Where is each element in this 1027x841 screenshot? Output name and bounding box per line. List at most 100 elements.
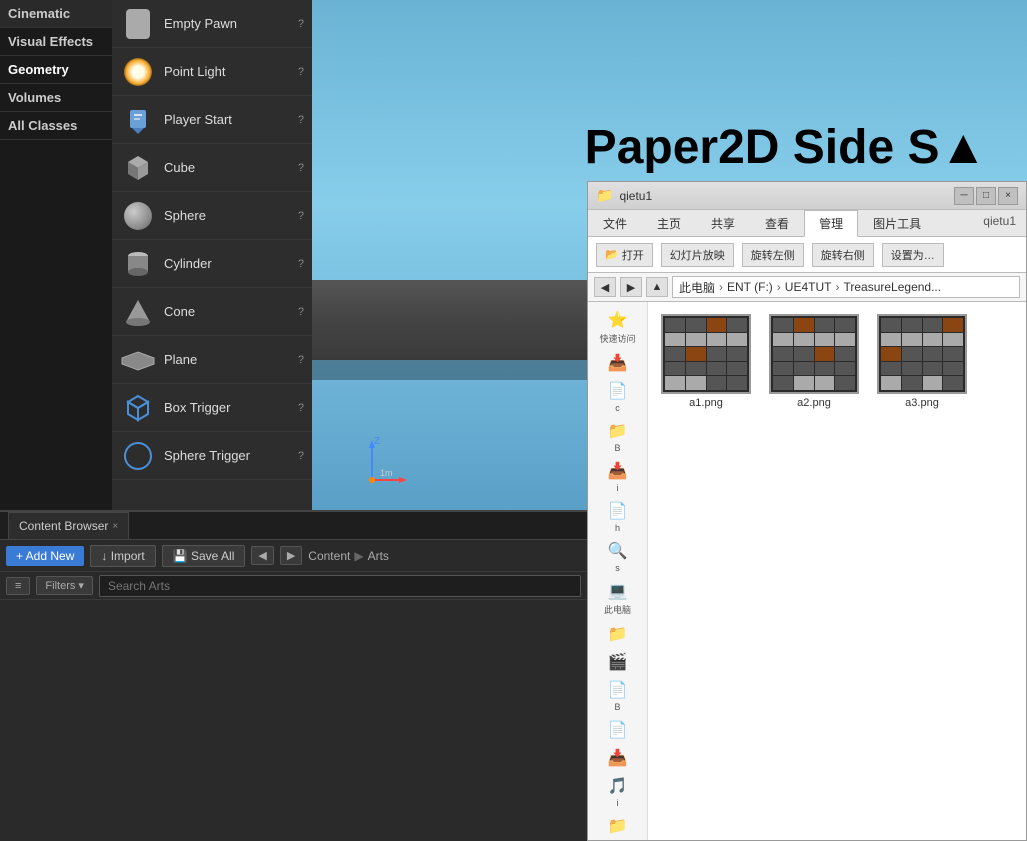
search-input[interactable] — [99, 575, 581, 597]
tab-home[interactable]: 主页 — [642, 210, 696, 236]
sidebar-item[interactable]: 📁 — [588, 812, 647, 840]
sidebar-item[interactable]: 📥 i — [588, 457, 647, 497]
list-item[interactable]: Sphere Trigger ? — [112, 432, 312, 480]
sidebar-item[interactable]: 📥 — [588, 744, 647, 772]
folder-open-icon: 📂 — [605, 248, 619, 261]
list-item[interactable]: Point Light ? — [112, 48, 312, 96]
list-item[interactable]: Sphere ? — [112, 192, 312, 240]
thumbnail-label: a3.png — [905, 397, 939, 409]
sidebar-item-cinematic[interactable]: Cinematic — [0, 0, 112, 28]
add-new-button[interactable]: + Add New — [6, 546, 84, 566]
sidebar-item[interactable]: 📄 B — [588, 676, 647, 716]
sidebar-this-pc[interactable]: 💻 此电脑 — [588, 577, 647, 620]
doc4-icon: 📄 — [608, 680, 628, 700]
nav-forward-button[interactable]: ▶ — [280, 546, 302, 565]
list-item[interactable]: Box Trigger ? — [112, 384, 312, 432]
ribbon-btn-1[interactable]: 📂 打开 — [596, 243, 653, 267]
place-item-label: Plane — [164, 352, 298, 367]
list-item[interactable]: Cube ? — [112, 144, 312, 192]
sidebar-item-volumes[interactable]: Volumes — [0, 84, 112, 112]
ribbon-btn-3[interactable]: 旋转左侧 — [742, 243, 804, 267]
sidebar-item[interactable]: 🔍 s — [588, 537, 647, 577]
breadcrumb-content[interactable]: Content — [308, 549, 350, 563]
back-button[interactable]: ◀ — [594, 277, 616, 297]
windows-explorer-sidebar: ⭐ 快速访问 📥 📄 c 📁 B 📥 i 📄 h — [588, 302, 648, 840]
folder-b-icon: 📁 — [608, 421, 628, 441]
place-item-info-icon[interactable]: ? — [298, 114, 304, 126]
content-browser-content[interactable] — [0, 600, 587, 841]
plane-icon — [120, 342, 156, 378]
thumbnail-item[interactable]: a1.png — [656, 310, 756, 413]
box-trigger-icon — [120, 390, 156, 426]
place-item-info-icon[interactable]: ? — [298, 306, 304, 318]
place-item-info-icon[interactable]: ? — [298, 354, 304, 366]
thumbnail-item[interactable]: a3.png — [872, 310, 972, 413]
axes-indicator: Z 1m — [342, 430, 422, 490]
sidebar-item[interactable]: 📄 — [588, 716, 647, 744]
thumbnail-image — [877, 314, 967, 394]
tab-share[interactable]: 共享 — [696, 210, 750, 236]
thumbnail-grid: a1.png — [656, 310, 1018, 413]
tab-manage[interactable]: 管理 — [804, 210, 858, 237]
sidebar-item[interactable]: 📄 h — [588, 497, 647, 537]
tab-content-browser[interactable]: Content Browser × — [8, 512, 129, 539]
address-box[interactable]: 此电脑 › ENT (F:) › UE4TUT › TreasureLegend… — [672, 276, 1020, 298]
sidebar-item[interactable]: 📥 — [588, 349, 647, 377]
place-item-info-icon[interactable]: ? — [298, 450, 304, 462]
ribbon-btn-4[interactable]: 旋转右侧 — [812, 243, 874, 267]
list-item[interactable]: Cone ? — [112, 288, 312, 336]
sidebar-item[interactable]: 📄 c — [588, 377, 647, 417]
list-item[interactable]: Player Start ? — [112, 96, 312, 144]
place-item-info-icon[interactable]: ? — [298, 402, 304, 414]
list-item[interactable]: Cylinder ? — [112, 240, 312, 288]
thumbnail-item[interactable]: a2.png — [764, 310, 864, 413]
import-button[interactable]: ↓ Import — [90, 545, 155, 567]
tab-close-button[interactable]: × — [112, 521, 118, 532]
place-item-info-icon[interactable]: ? — [298, 258, 304, 270]
breadcrumb-arts[interactable]: Arts — [368, 549, 389, 563]
video-icon: 🎬 — [608, 652, 628, 672]
list-item[interactable]: Empty Pawn ? — [112, 0, 312, 48]
close-button[interactable]: × — [998, 187, 1018, 205]
sidebar-item[interactable]: 🎬 — [588, 648, 647, 676]
tab-view[interactable]: 查看 — [750, 210, 804, 236]
place-item-info-icon[interactable]: ? — [298, 210, 304, 222]
addr-pc: 此电脑 — [679, 279, 715, 296]
sidebar-quick-access[interactable]: ⭐ 快速访问 — [588, 306, 647, 349]
player-start-icon — [120, 102, 156, 138]
up-button[interactable]: ▲ — [646, 277, 668, 297]
sidebar-item-all-classes[interactable]: All Classes — [0, 112, 112, 140]
place-item-info-icon[interactable]: ? — [298, 162, 304, 174]
ribbon-btn-2[interactable]: 幻灯片放映 — [661, 243, 734, 267]
place-item-label: Cylinder — [164, 256, 298, 271]
thumbnail-label: a2.png — [797, 397, 831, 409]
sidebar-item-visual-effects[interactable]: Visual Effects — [0, 28, 112, 56]
tab-image-tools[interactable]: 图片工具 — [858, 210, 936, 236]
tab-file[interactable]: 文件 — [588, 210, 642, 236]
save-all-button[interactable]: 💾 Save All — [162, 545, 246, 567]
filter-button[interactable]: Filters ▾ — [36, 576, 93, 595]
content-browser-toolbar: + Add New ↓ Import 💾 Save All ◀ ▶ Conten… — [0, 540, 587, 572]
ribbon-btn-5[interactable]: 设置为… — [882, 243, 944, 267]
point-light-icon — [120, 54, 156, 90]
minimize-button[interactable]: ─ — [954, 187, 974, 205]
sidebar-item[interactable]: 📁 — [588, 620, 647, 648]
forward-button[interactable]: ▶ — [620, 277, 642, 297]
place-item-info-icon[interactable]: ? — [298, 66, 304, 78]
nav-back-button[interactable]: ◀ — [251, 546, 273, 565]
empty-pawn-icon — [120, 6, 156, 42]
sidebar-item[interactable]: 📁 B — [588, 417, 647, 457]
download2-icon: 📥 — [608, 461, 628, 481]
content-browser: Content Browser × + Add New ↓ Import 💾 S… — [0, 510, 587, 841]
ribbon-content: 📂 打开 幻灯片放映 旋转左侧 旋转右侧 设置为… — [588, 236, 1026, 272]
sidebar-item-geometry[interactable]: Geometry — [0, 56, 112, 84]
windows-explorer-main: ⭐ 快速访问 📥 📄 c 📁 B 📥 i 📄 h — [588, 302, 1026, 840]
maximize-button[interactable]: □ — [976, 187, 996, 205]
doc5-icon: 📄 — [608, 720, 628, 740]
sidebar-item[interactable]: 🎵 i — [588, 772, 647, 812]
view-toggle-button[interactable]: ≡ — [6, 577, 30, 595]
windows-explorer-content[interactable]: a1.png — [648, 302, 1026, 840]
addr-treasure: TreasureLegend... — [843, 280, 941, 294]
place-item-info-icon[interactable]: ? — [298, 18, 304, 30]
list-item[interactable]: Plane ? — [112, 336, 312, 384]
